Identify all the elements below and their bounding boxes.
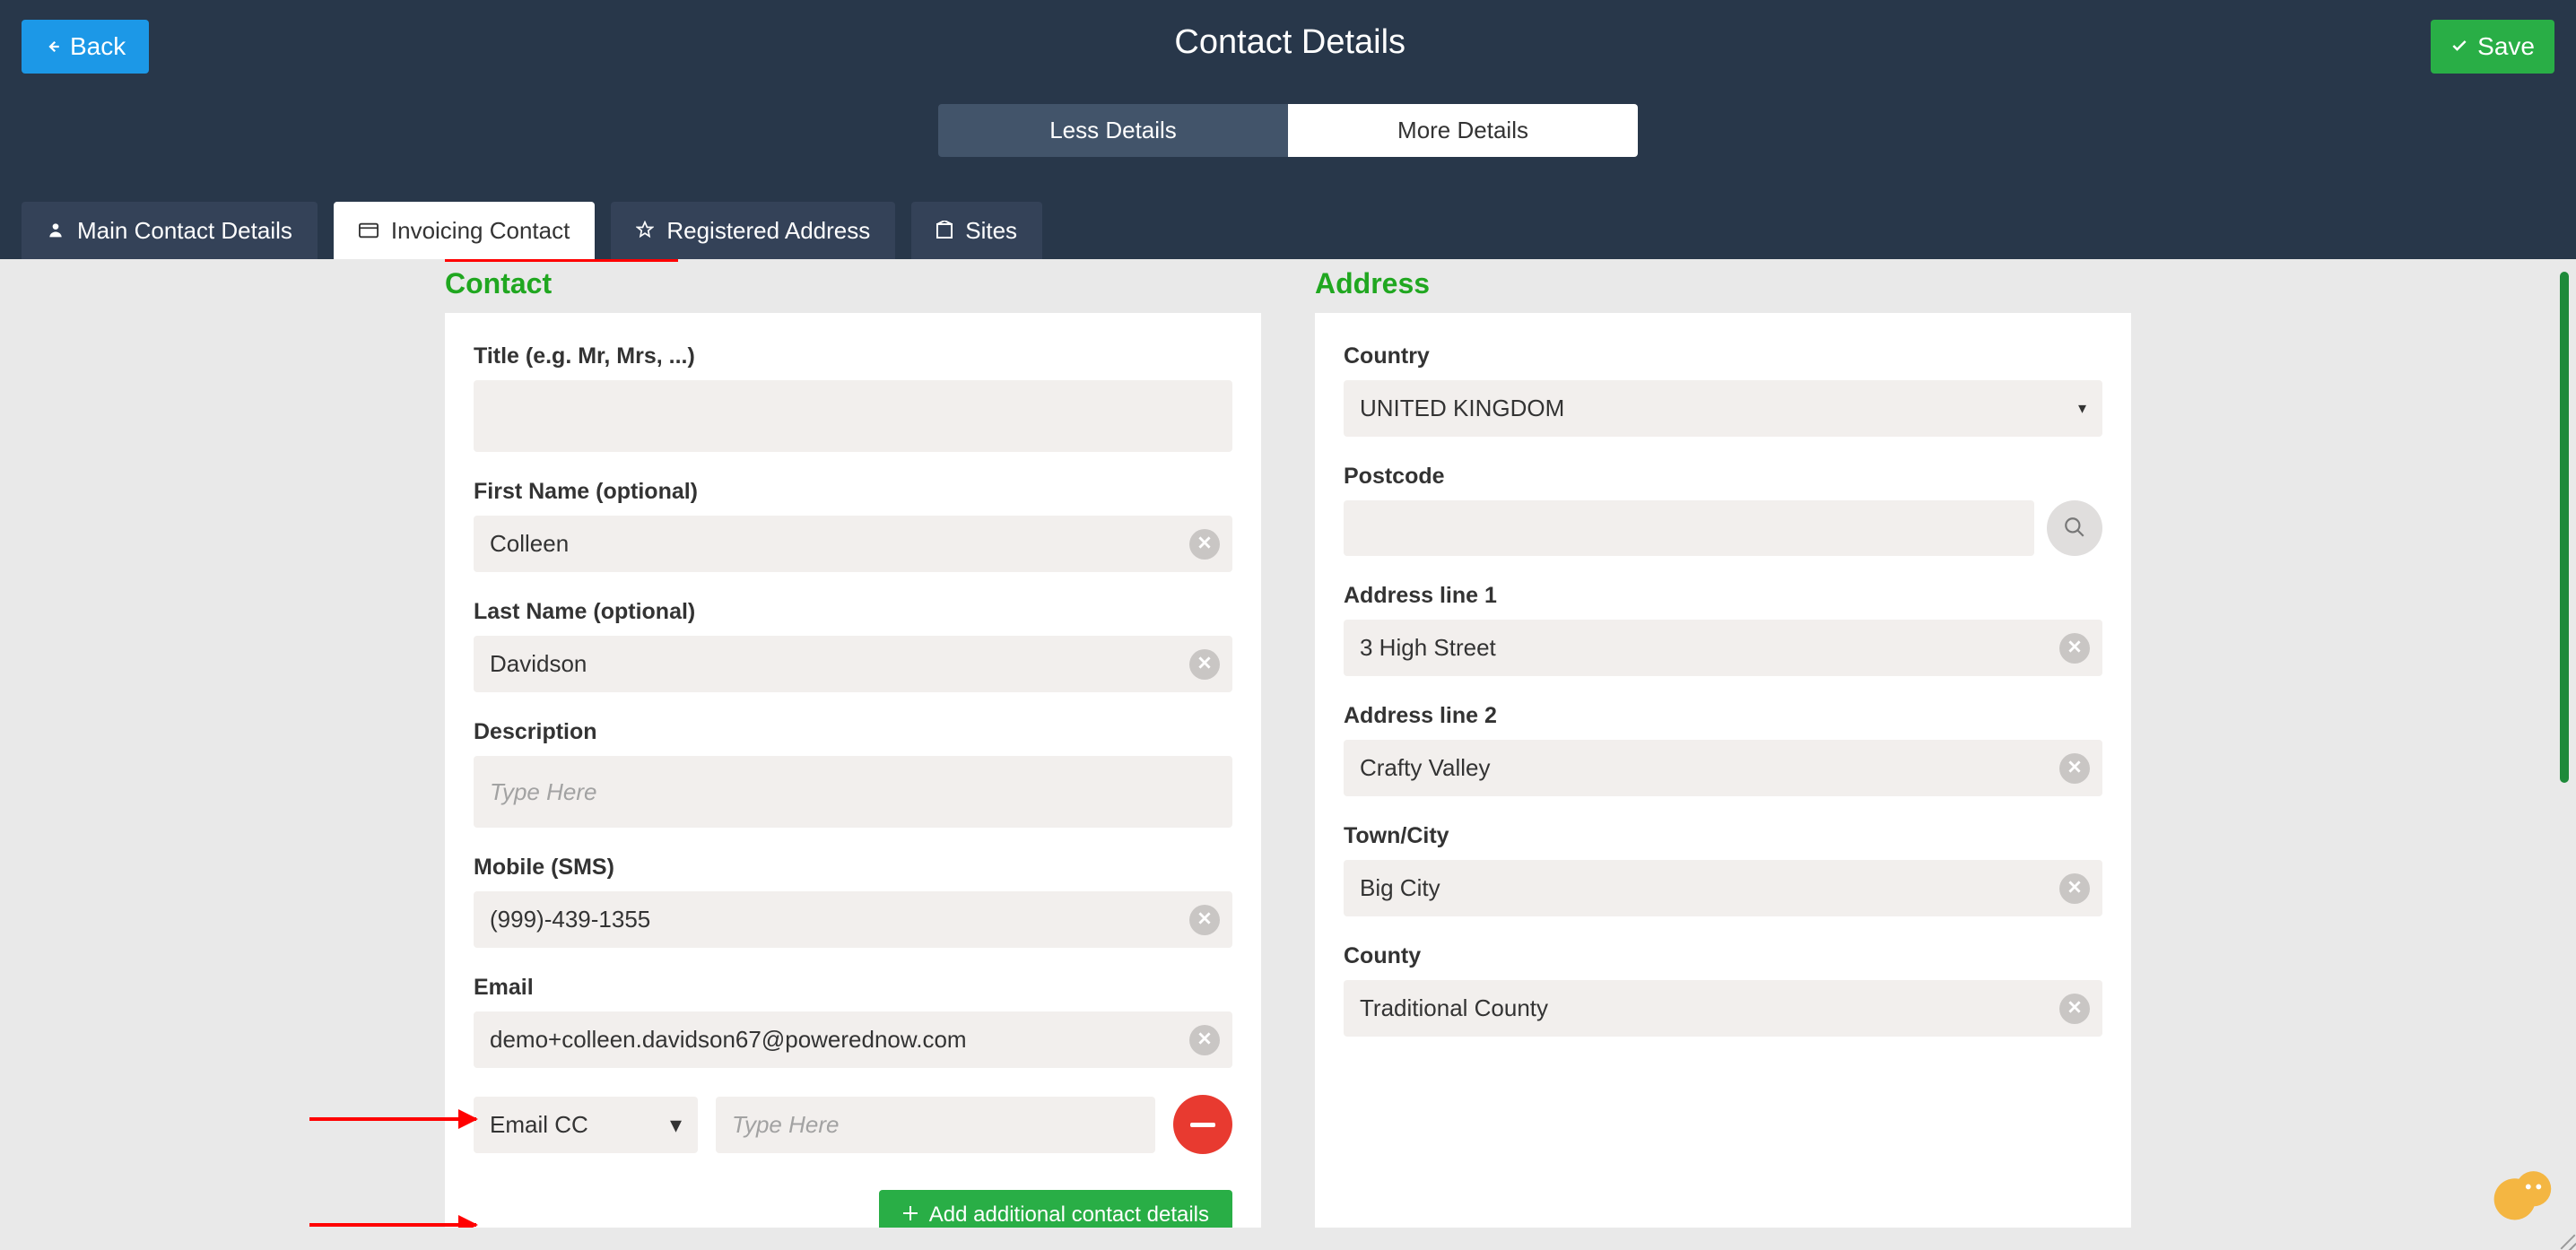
mobile-input[interactable] <box>474 891 1232 948</box>
toggle-less-details[interactable]: Less Details <box>938 104 1288 157</box>
close-icon <box>2068 879 2081 898</box>
close-icon <box>1198 910 1211 929</box>
chat-widget-button[interactable] <box>2490 1164 2556 1230</box>
person-icon <box>47 217 65 245</box>
tab-registered-address[interactable]: Registered Address <box>611 202 895 259</box>
town-input[interactable] <box>1344 860 2102 916</box>
close-icon <box>2068 999 2081 1018</box>
postcode-label: Postcode <box>1344 464 2102 490</box>
town-label: Town/City <box>1344 823 2102 849</box>
postcode-input[interactable] <box>1344 500 2034 557</box>
contact-panel: Contact Title (e.g. Mr, Mrs, ...) First … <box>445 259 1261 1228</box>
plus-icon <box>902 1202 918 1228</box>
contact-heading: Contact <box>445 267 1261 300</box>
postcode-search-button[interactable] <box>2047 500 2102 556</box>
email-label: Email <box>474 975 1232 1001</box>
mobile-label: Mobile (SMS) <box>474 855 1232 881</box>
emailcc-type-select[interactable]: Email CC ▾ <box>474 1097 698 1153</box>
country-label: Country <box>1344 343 2102 369</box>
addr2-label: Address line 2 <box>1344 703 2102 729</box>
emailcc-type-label: Email CC <box>490 1111 588 1139</box>
clear-town-button[interactable] <box>2059 873 2090 904</box>
tab-label: Invoicing Contact <box>391 217 570 245</box>
active-tab-underline <box>445 259 678 262</box>
add-details-label: Add additional contact details <box>929 1202 1209 1228</box>
tab-main-contact-details[interactable]: Main Contact Details <box>22 202 318 259</box>
check-icon <box>2450 32 2468 61</box>
title-label: Title (e.g. Mr, Mrs, ...) <box>474 343 1232 369</box>
address-heading: Address <box>1315 267 2131 300</box>
tab-label: Sites <box>965 217 1017 245</box>
last-name-input[interactable] <box>474 636 1232 692</box>
tab-strip: Main Contact Details Invoicing Contact R… <box>0 157 2576 259</box>
addr1-label: Address line 1 <box>1344 583 2102 609</box>
clear-first-name-button[interactable] <box>1189 529 1220 560</box>
back-label: Back <box>70 32 126 61</box>
close-icon <box>2068 638 2081 657</box>
clear-addr2-button[interactable] <box>2059 753 2090 784</box>
remove-emailcc-button[interactable] <box>1173 1095 1232 1154</box>
first-name-input[interactable] <box>474 516 1232 572</box>
page-title: Contact Details <box>1174 23 1405 62</box>
clear-last-name-button[interactable] <box>1189 649 1220 680</box>
email-input[interactable] <box>474 1011 1232 1068</box>
scrollbar[interactable] <box>2560 272 2569 783</box>
arrow-left-icon <box>45 32 61 61</box>
description-input[interactable] <box>474 764 1232 820</box>
close-icon <box>2068 759 2081 777</box>
description-label: Description <box>474 719 1232 745</box>
clear-county-button[interactable] <box>2059 994 2090 1024</box>
caret-down-icon: ▾ <box>2078 399 2086 418</box>
search-icon <box>2063 516 2086 542</box>
close-icon <box>1198 1030 1211 1049</box>
county-label: County <box>1344 943 2102 969</box>
add-additional-contact-details-button[interactable]: Add additional contact details <box>879 1190 1232 1228</box>
title-input-wrap <box>474 380 1232 452</box>
toggle-more-details[interactable]: More Details <box>1288 104 1638 157</box>
county-input[interactable] <box>1344 980 2102 1037</box>
resize-handle-icon <box>2554 1228 2576 1250</box>
title-input[interactable] <box>474 388 1232 445</box>
card-icon <box>359 217 379 245</box>
minus-icon <box>1190 1123 1215 1127</box>
caret-down-icon: ▾ <box>670 1111 682 1139</box>
annotation-arrow-email <box>309 1117 476 1121</box>
tab-label: Registered Address <box>666 217 870 245</box>
last-name-label: Last Name (optional) <box>474 599 1232 625</box>
clear-addr1-button[interactable] <box>2059 633 2090 664</box>
country-select[interactable]: UNITED KINGDOM ▾ <box>1344 380 2102 437</box>
save-button[interactable]: Save <box>2431 20 2554 74</box>
clear-email-button[interactable] <box>1189 1025 1220 1055</box>
addr2-input[interactable] <box>1344 740 2102 796</box>
tab-sites[interactable]: Sites <box>911 202 1042 259</box>
clear-mobile-button[interactable] <box>1189 905 1220 935</box>
detail-toggle: Less Details More Details <box>0 104 2576 157</box>
tab-invoicing-contact[interactable]: Invoicing Contact <box>334 202 595 259</box>
close-icon <box>1198 655 1211 673</box>
addr1-input[interactable] <box>1344 620 2102 676</box>
close-icon <box>1198 534 1211 553</box>
star-icon <box>636 217 654 245</box>
country-value: UNITED KINGDOM <box>1360 395 1564 422</box>
first-name-label: First Name (optional) <box>474 479 1232 505</box>
annotation-arrow-emailcc <box>309 1223 476 1227</box>
header-bar: Back Contact Details Save Less Details M… <box>0 0 2576 259</box>
save-label: Save <box>2477 32 2535 61</box>
building-icon <box>936 217 953 245</box>
emailcc-input[interactable] <box>716 1097 1155 1153</box>
tab-label: Main Contact Details <box>77 217 292 245</box>
address-panel: Address Country UNITED KINGDOM ▾ Postcod… <box>1315 259 2131 1228</box>
back-button[interactable]: Back <box>22 20 149 74</box>
